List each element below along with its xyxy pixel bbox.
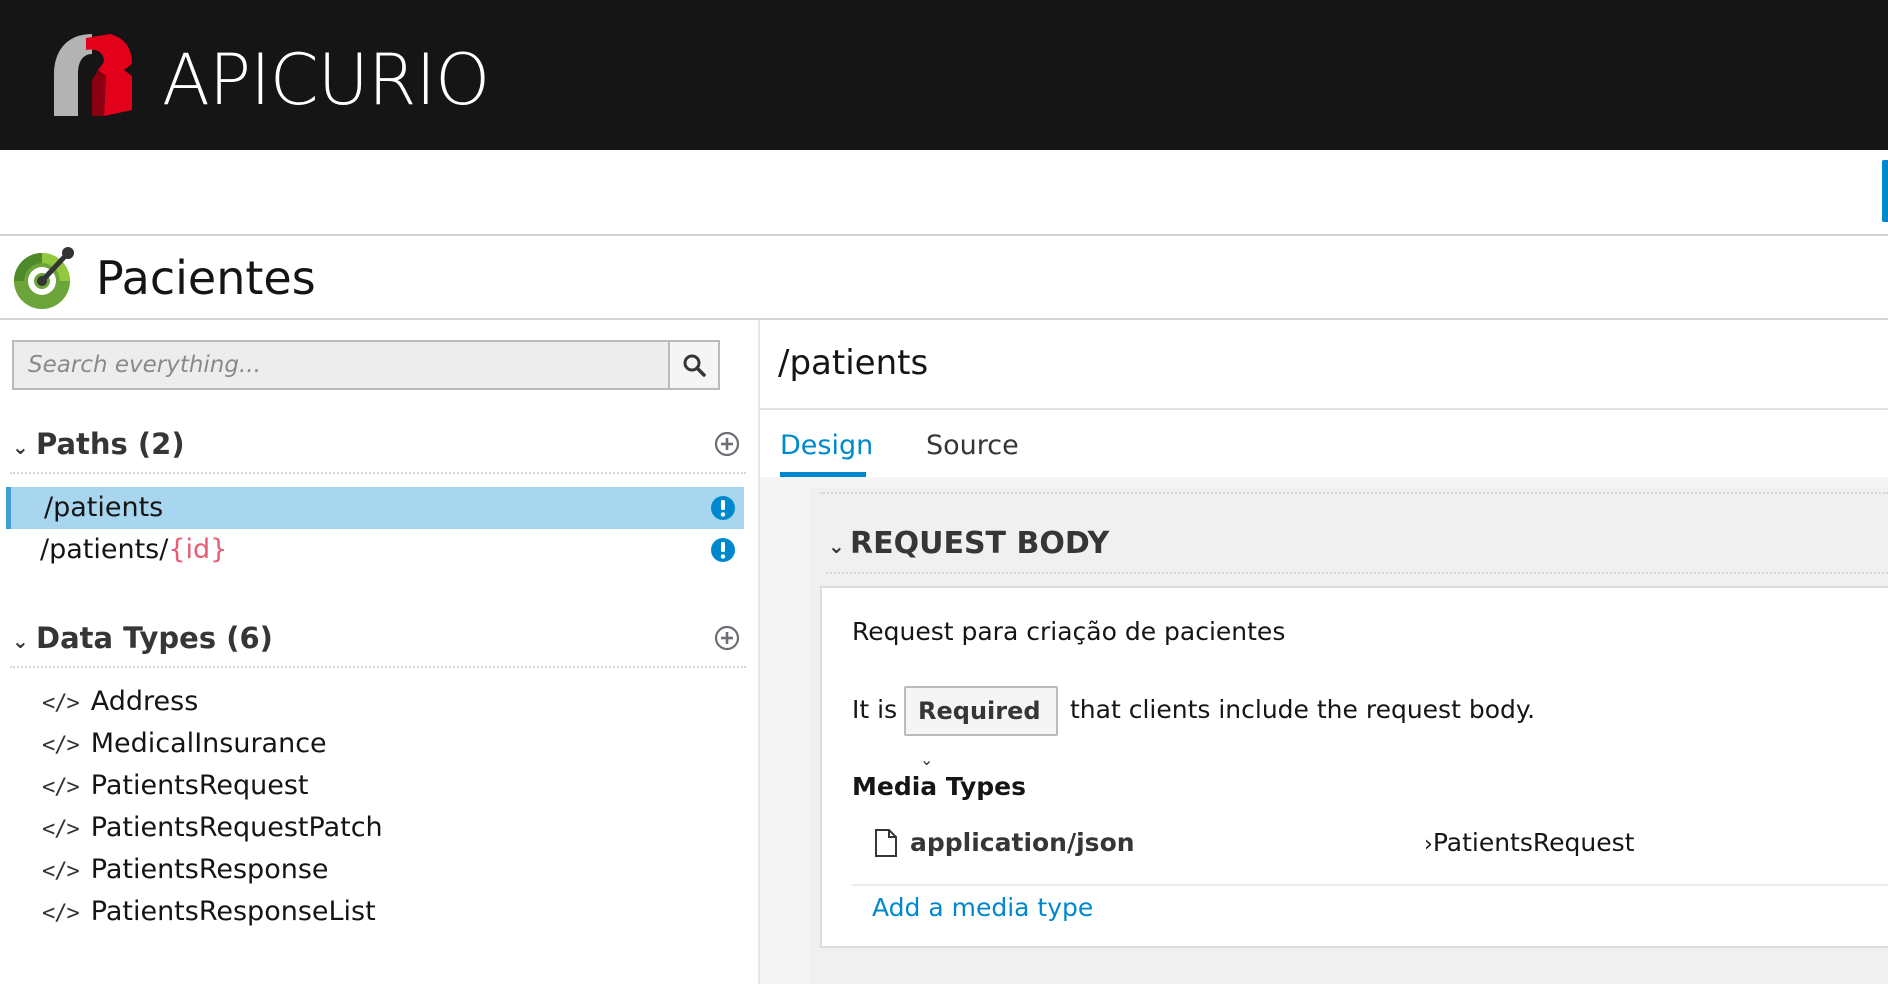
search-box [12, 340, 720, 390]
datatype-item[interactable]: </> MedicalInsurance [42, 723, 327, 767]
code-icon: </> [42, 817, 80, 842]
datatype-label: PatientsRequestPatch [90, 812, 383, 843]
code-icon: </> [42, 775, 80, 800]
datatype-item[interactable]: </> PatientsResponseList [42, 891, 376, 935]
media-type-name[interactable]: application/json [910, 824, 1135, 862]
datatype-label: MedicalInsurance [90, 728, 327, 759]
code-icon: </> [42, 691, 80, 716]
section-divider [10, 472, 746, 474]
media-types-heading: Media Types [852, 772, 1026, 801]
datatype-item[interactable]: </> Address [42, 681, 198, 725]
title-divider [760, 408, 1888, 410]
file-icon [875, 829, 897, 857]
datatype-label: Address [90, 686, 199, 717]
chevron-down-icon: ⌄ [920, 750, 934, 769]
chevron-down-icon: ⌄ [828, 534, 845, 558]
datatype-label: PatientsRequest [90, 770, 309, 801]
tab-source[interactable]: Source [926, 424, 1019, 468]
datatype-item[interactable]: </> PatientsRequest [42, 765, 309, 809]
brand-name: APICURIO [162, 39, 490, 121]
section-divider [10, 666, 746, 668]
editor-toolbar [0, 150, 1888, 236]
add-media-type-link[interactable]: Add a media type [872, 888, 1093, 928]
code-icon: </> [42, 733, 80, 758]
path-item-patients-id[interactable]: /patients/{id} [6, 529, 744, 571]
path-param: {id} [168, 534, 228, 565]
request-body-section-header[interactable]: ⌄ REQUEST BODY [828, 524, 1109, 566]
path-label: /patients [44, 492, 164, 523]
required-dropdown[interactable]: Required ⌄ [904, 686, 1058, 769]
toolbar-action-button[interactable] [1882, 160, 1888, 222]
editor-title: /patients [778, 343, 929, 383]
request-body-heading: REQUEST BODY [850, 526, 1110, 561]
validation-warning-icon[interactable] [710, 495, 736, 521]
search-icon [683, 354, 706, 377]
code-icon: </> [42, 859, 80, 884]
add-path-icon[interactable] [714, 431, 740, 457]
datatype-label: PatientsResponse [90, 854, 329, 885]
section-divider [826, 572, 1888, 574]
request-body-description[interactable]: Request para criação de pacientes [852, 614, 1285, 650]
chevron-right-icon: › [1424, 832, 1433, 857]
media-divider [852, 884, 1888, 886]
add-datatype-icon[interactable] [714, 625, 740, 651]
openapi-logo-icon [14, 247, 74, 309]
section-divider [820, 492, 1888, 494]
datatype-item[interactable]: </> PatientsRequestPatch [42, 807, 383, 851]
code-icon: </> [42, 901, 80, 926]
path-label: /patients/ [40, 534, 169, 565]
paths-section-header[interactable]: ⌄ Paths (2) [12, 424, 185, 467]
paths-section-label: Paths (2) [36, 427, 185, 461]
apicurio-logo-icon [54, 34, 132, 116]
datatype-label: PatientsResponseList [90, 896, 376, 927]
datatype-item[interactable]: </> PatientsResponse [42, 849, 329, 893]
datatypes-section-header[interactable]: ⌄ Data Types (6) [12, 618, 273, 661]
chevron-down-icon: ⌄ [12, 629, 29, 653]
media-type-schema-label: PatientsRequest [1432, 828, 1635, 857]
media-type-schema[interactable]: ›PatientsRequest [1424, 824, 1634, 864]
tab-design[interactable]: Design [780, 424, 873, 468]
required-explanation: that clients include the request body. [1070, 695, 1536, 724]
required-dropdown-value: Required [918, 697, 1041, 725]
validation-warning-icon[interactable] [710, 537, 736, 563]
search-input[interactable] [14, 342, 674, 388]
chevron-down-icon: ⌄ [12, 435, 29, 459]
search-button[interactable] [668, 342, 718, 388]
path-item-patients[interactable]: /patients [6, 487, 744, 529]
api-title: Pacientes [96, 251, 316, 305]
it-is-label: It is [852, 695, 898, 724]
datatypes-section-label: Data Types (6) [36, 621, 273, 655]
